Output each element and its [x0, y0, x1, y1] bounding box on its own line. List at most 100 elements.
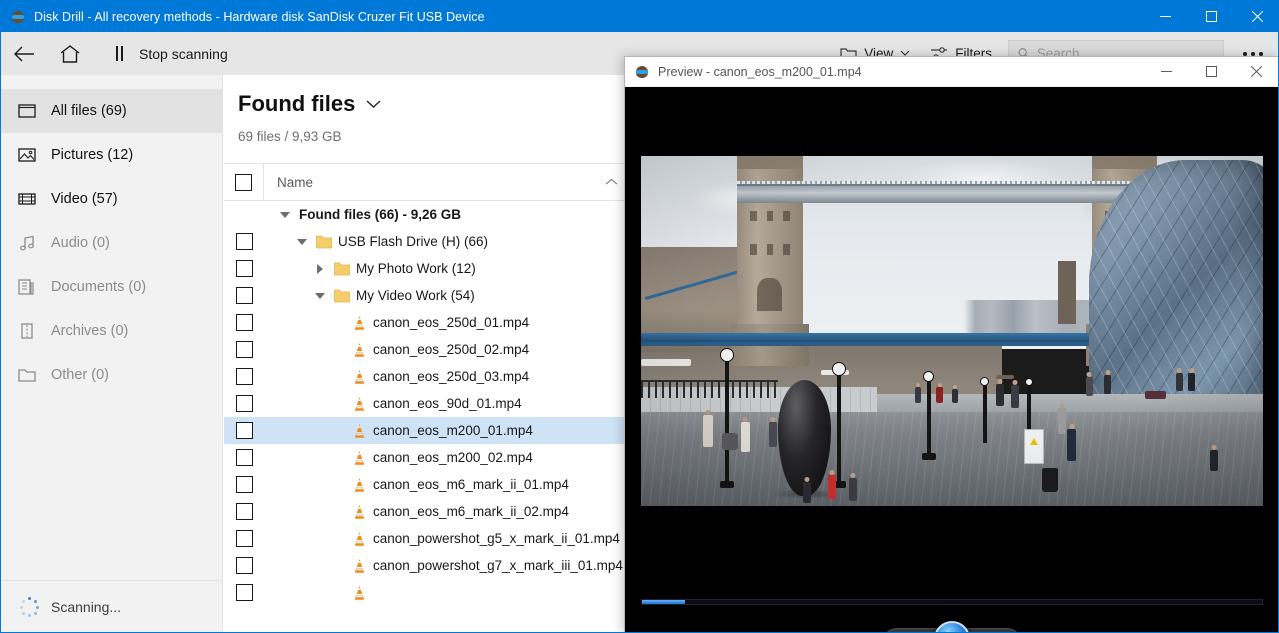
table-row[interactable]: canon_eos_m6_mark_ii_02.mp4 [224, 498, 628, 525]
row-checkbox[interactable] [236, 233, 253, 250]
row-checkbox[interactable] [236, 314, 253, 331]
pause-scan-button[interactable] [103, 32, 135, 75]
row-checkbox[interactable] [236, 557, 253, 574]
row-checkbox[interactable] [236, 341, 253, 358]
row-checkbox-cell[interactable] [224, 314, 264, 331]
row-checkbox-cell[interactable] [224, 287, 264, 304]
row-checkbox[interactable] [236, 530, 253, 547]
sidebar-item-archives[interactable]: Archives (0) [1, 309, 222, 353]
preview-window: Preview - canon_eos_m200_01.mp4 [624, 56, 1279, 633]
window-controls [1142, 1, 1279, 32]
row-label: canon_powershot_g5_x_mark_ii_01.mp4 [373, 531, 620, 546]
row-checkbox-cell[interactable] [224, 422, 264, 439]
home-icon [59, 44, 81, 64]
table-row[interactable]: My Video Work (54) [224, 282, 628, 309]
table-row[interactable]: USB Flash Drive (H) (66) [224, 228, 628, 255]
row-checkbox[interactable] [236, 287, 253, 304]
maximize-button[interactable] [1188, 1, 1234, 32]
table-row[interactable]: canon_eos_m200_02.mp4 [224, 444, 628, 471]
row-checkbox[interactable] [236, 449, 253, 466]
twisty-expanded-icon[interactable] [312, 288, 328, 304]
preview-app-icon [634, 64, 650, 80]
table-row[interactable]: canon_eos_90d_01.mp4 [224, 390, 628, 417]
table-row[interactable]: canon_eos_250d_01.mp4 [224, 309, 628, 336]
table-row[interactable] [224, 579, 628, 606]
row-checkbox[interactable] [236, 584, 253, 601]
dot [1251, 52, 1255, 56]
preview-minimize-button[interactable] [1144, 57, 1189, 87]
twisty-placeholder [330, 315, 346, 331]
row-label: canon_eos_250d_03.mp4 [373, 369, 529, 384]
audio-icon [17, 233, 37, 253]
file-list[interactable]: Found files (66) - 9,26 GBUSB Flash Driv… [224, 201, 628, 633]
close-button[interactable] [1234, 1, 1279, 32]
vlc-file-icon [352, 504, 367, 520]
sidebar-item-audio[interactable]: Audio (0) [1, 221, 222, 265]
row-checkbox-cell[interactable] [224, 368, 264, 385]
row-content: canon_eos_90d_01.mp4 [264, 396, 522, 412]
row-content: My Video Work (54) [264, 288, 475, 304]
folder-icon [334, 262, 350, 276]
row-checkbox-cell[interactable] [224, 503, 264, 520]
seek-bar[interactable] [641, 599, 1263, 605]
twisty-expanded-icon[interactable] [277, 207, 293, 223]
row-checkbox-cell[interactable] [224, 530, 264, 547]
table-row[interactable]: canon_eos_250d_02.mp4 [224, 336, 628, 363]
sidebar: All files (69) Pictures (12) Video (57) [1, 75, 223, 580]
preview-maximize-button[interactable] [1189, 57, 1234, 87]
sidebar-item-video[interactable]: Video (57) [1, 177, 222, 221]
sidebar-item-all-files[interactable]: All files (69) [1, 89, 222, 133]
row-label: canon_eos_250d_02.mp4 [373, 342, 529, 357]
back-button[interactable] [1, 32, 47, 75]
row-content: canon_eos_250d_02.mp4 [264, 342, 529, 358]
table-row[interactable]: canon_powershot_g7_x_mark_iii_01.mp4 [224, 552, 628, 579]
row-checkbox-cell[interactable] [224, 584, 264, 601]
table-row[interactable]: My Photo Work (12) [224, 255, 628, 282]
dot [1243, 52, 1247, 56]
chevron-down-icon[interactable] [366, 100, 381, 109]
sidebar-item-label: Audio (0) [51, 235, 110, 251]
title-bar: Disk Drill - All recovery methods - Hard… [1, 1, 1279, 32]
sidebar-item-other[interactable]: Other (0) [1, 353, 222, 397]
column-header-name[interactable]: Name [264, 163, 628, 201]
row-checkbox[interactable] [236, 422, 253, 439]
twisty-collapsed-icon[interactable] [312, 261, 328, 277]
twisty-placeholder [330, 450, 346, 466]
table-row[interactable]: canon_eos_m200_01.mp4 [224, 417, 628, 444]
chevron-up-icon [605, 178, 618, 186]
twisty-expanded-icon[interactable] [294, 234, 310, 250]
sidebar-item-documents[interactable]: Documents (0) [1, 265, 222, 309]
row-content: canon_powershot_g7_x_mark_iii_01.mp4 [264, 558, 623, 574]
sidebar-item-pictures[interactable]: Pictures (12) [1, 133, 222, 177]
table-row[interactable]: canon_powershot_g5_x_mark_ii_01.mp4 [224, 525, 628, 552]
row-content: canon_eos_m200_02.mp4 [264, 450, 533, 466]
table-row[interactable]: Found files (66) - 9,26 GB [224, 201, 628, 228]
row-checkbox[interactable] [236, 368, 253, 385]
row-checkbox-cell[interactable] [224, 449, 264, 466]
row-label: canon_powershot_g7_x_mark_iii_01.mp4 [373, 558, 623, 573]
twisty-placeholder [330, 558, 346, 574]
select-all-checkbox[interactable] [235, 174, 252, 191]
archives-icon [17, 321, 37, 341]
vlc-file-icon [352, 477, 367, 493]
row-checkbox-cell[interactable] [224, 476, 264, 493]
row-checkbox-cell[interactable] [224, 395, 264, 412]
table-row[interactable]: canon_eos_m6_mark_ii_01.mp4 [224, 471, 628, 498]
row-checkbox[interactable] [236, 476, 253, 493]
row-checkbox[interactable] [236, 395, 253, 412]
row-checkbox-cell[interactable] [224, 233, 264, 250]
row-checkbox[interactable] [236, 503, 253, 520]
preview-close-button[interactable] [1234, 57, 1279, 87]
twisty-placeholder [330, 342, 346, 358]
row-checkbox[interactable] [236, 260, 253, 277]
table-row[interactable]: canon_eos_250d_03.mp4 [224, 363, 628, 390]
minimize-button[interactable] [1142, 1, 1188, 32]
select-all-checkbox-cell[interactable] [224, 163, 264, 201]
play-button[interactable] [934, 621, 970, 633]
home-button[interactable] [47, 32, 93, 75]
stop-scanning-label[interactable]: Stop scanning [139, 46, 228, 62]
row-checkbox-cell[interactable] [224, 341, 264, 358]
row-checkbox-cell[interactable] [224, 260, 264, 277]
video-frame[interactable] [641, 156, 1263, 506]
row-checkbox-cell[interactable] [224, 557, 264, 574]
